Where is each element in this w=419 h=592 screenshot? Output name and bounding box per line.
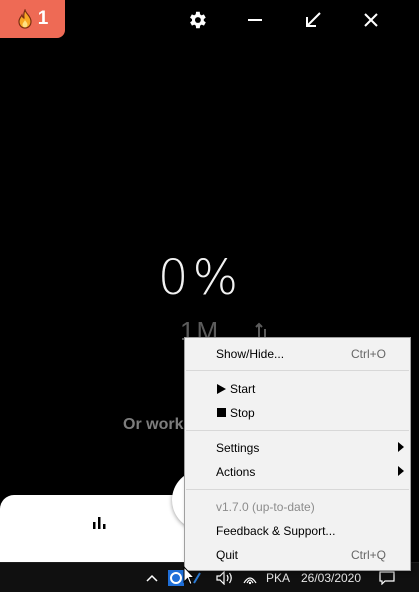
menu-item-start[interactable]: Start [185, 378, 410, 400]
menu-item-actions[interactable]: Actions [185, 461, 410, 483]
menu-item-version: v1.7.0 (up-to-date) [185, 496, 410, 518]
submenu-arrow-icon [398, 466, 404, 476]
chevron-up-icon [146, 574, 158, 582]
menu-separator [186, 430, 409, 431]
close-icon [364, 13, 378, 27]
menu-item-shortcut: Ctrl+O [350, 347, 386, 361]
settings-button[interactable] [185, 8, 209, 32]
minimize-icon [248, 19, 262, 21]
progress-percent: 0% [157, 250, 243, 306]
close-button[interactable] [359, 8, 383, 32]
menu-item-label: Settings [216, 441, 260, 455]
menu-item-settings[interactable]: Settings [185, 437, 410, 459]
volume-icon [216, 570, 232, 585]
wifi-icon [243, 576, 257, 584]
submenu-arrow-icon [398, 442, 404, 452]
menu-item-label: Feedback & Support... [216, 524, 336, 538]
menu-item-label: v1.7.0 (up-to-date) [216, 500, 315, 514]
menu-item-quit[interactable]: Quit Ctrl+Q [185, 544, 410, 566]
play-icon [217, 384, 226, 394]
stats-icon[interactable] [91, 514, 107, 530]
streak-badge[interactable]: 1 [0, 0, 65, 38]
menu-separator [186, 370, 409, 371]
tray-context-menu: Show/Hide... Ctrl+O Start Stop Settings … [184, 337, 411, 571]
notification-icon [379, 570, 395, 585]
stop-icon [217, 408, 226, 417]
menu-item-feedback[interactable]: Feedback & Support... [185, 520, 410, 542]
show-hidden-icons-button[interactable] [143, 563, 161, 592]
gear-icon [190, 11, 206, 29]
menu-separator [186, 489, 409, 490]
menu-item-stop[interactable]: Stop [185, 402, 410, 424]
minimize-button[interactable] [243, 8, 267, 32]
menu-item-label: Quit [216, 548, 239, 562]
flame-icon [18, 9, 32, 29]
mouse-cursor-icon [183, 566, 195, 586]
shrink-button[interactable] [301, 8, 325, 32]
menu-item-label: Start [230, 382, 256, 396]
menu-item-shortcut: Ctrl+Q [350, 548, 386, 562]
menu-item-show-hide[interactable]: Show/Hide... Ctrl+O [185, 343, 410, 365]
hint-text: Or work [123, 416, 184, 433]
streak-count: 1 [37, 8, 49, 29]
menu-item-label: Actions [216, 465, 256, 479]
menu-item-label: Show/Hide... [216, 347, 285, 361]
menu-item-label: Stop [230, 406, 255, 420]
app-tray-icon [168, 569, 184, 586]
shrink-icon [306, 12, 321, 27]
